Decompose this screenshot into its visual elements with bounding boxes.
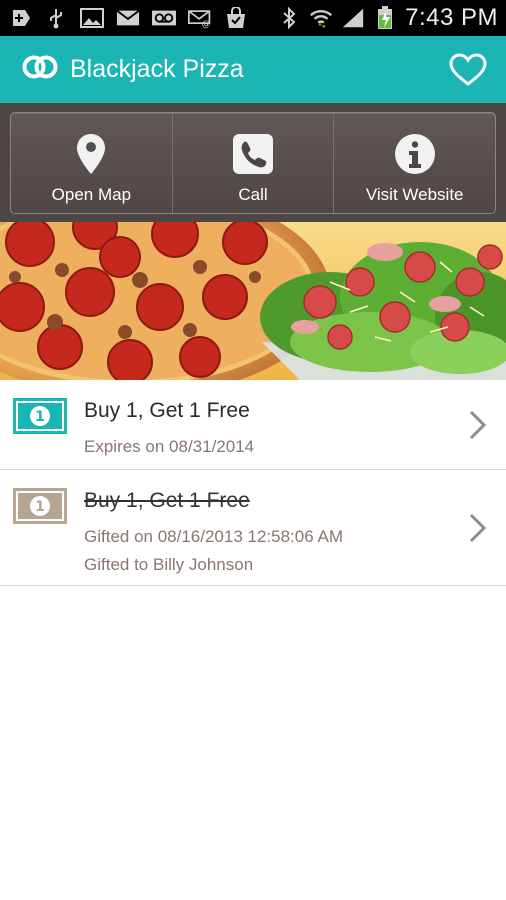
visit-website-button[interactable]: Visit Website [334, 113, 495, 213]
deal-title: Buy 1, Get 1 Free [84, 399, 250, 422]
wifi-icon [309, 8, 333, 29]
action-bar: Open Map Call Visit Website [10, 112, 496, 214]
svg-text:@: @ [202, 20, 211, 29]
status-bar: @ 7:43 PM [0, 0, 506, 36]
missed-email-icon: @ [188, 8, 212, 29]
svg-text:1: 1 [35, 409, 45, 425]
deal-gifted-to: Gifted to Billy Johnson [84, 555, 254, 574]
add-icon [8, 8, 32, 28]
heart-icon [449, 52, 487, 86]
deal-text: Buy 1, Get 1 Free Expires on 08/31/2014 [84, 398, 254, 457]
voicemail-icon [152, 8, 176, 28]
signal-icon [341, 8, 365, 28]
clock: 7:43 PM [405, 4, 498, 31]
call-button[interactable]: Call [173, 113, 335, 213]
action-bar-container: Open Map Call Visit Website [0, 103, 506, 222]
svg-text:1: 1 [35, 499, 45, 515]
deal-title: Buy 1, Get 1 Free [84, 489, 250, 512]
usb-icon [44, 8, 68, 29]
favorite-button[interactable] [448, 52, 488, 88]
call-label: Call [238, 185, 268, 204]
app-header: Blackjack Pizza [0, 36, 506, 103]
visit-website-label: Visit Website [365, 185, 464, 204]
system-icons: 7:43 PM [277, 4, 498, 32]
dollar-bill-icon: 1 [13, 398, 67, 434]
map-pin-icon [76, 132, 106, 176]
open-map-button[interactable]: Open Map [11, 113, 173, 213]
deal-item-gifted[interactable]: 1 Buy 1, Get 1 Free Gifted on 08/16/2013… [0, 470, 506, 586]
gmail-icon [116, 8, 140, 28]
chevron-right-icon [468, 409, 488, 441]
chevron-right-icon [468, 512, 488, 544]
bluetooth-icon [277, 7, 301, 29]
rings-logo-icon [22, 55, 58, 84]
dollar-bill-icon: 1 [13, 488, 67, 524]
page-title: Blackjack Pizza [70, 55, 244, 83]
deal-gifted-date: Gifted on 08/16/2013 12:58:06 AM [84, 527, 343, 546]
battery-charging-icon [373, 6, 397, 29]
deal-expiry: Expires on 08/31/2014 [84, 437, 255, 456]
banner-image [0, 222, 506, 380]
deal-text: Buy 1, Get 1 Free Gifted on 08/16/2013 1… [84, 488, 343, 575]
open-map-label: Open Map [51, 185, 132, 204]
phone-icon [233, 132, 273, 176]
deal-item-active[interactable]: 1 Buy 1, Get 1 Free Expires on 08/31/201… [0, 380, 506, 470]
store-bag-icon [224, 7, 248, 28]
notification-icons: @ [8, 7, 248, 29]
info-icon [394, 132, 436, 176]
image-icon [80, 8, 104, 28]
